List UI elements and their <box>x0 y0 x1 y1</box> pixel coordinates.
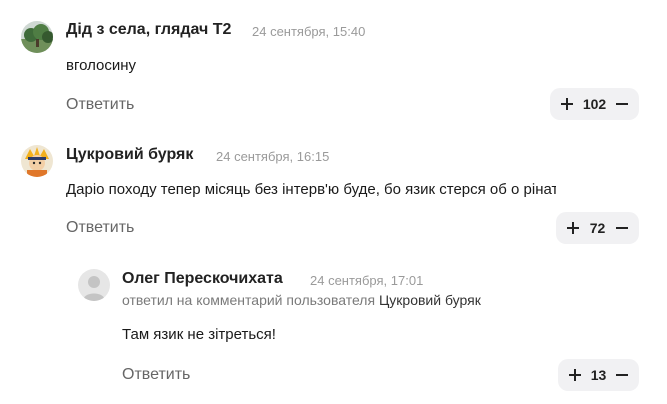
reply-button[interactable]: Ответить <box>122 366 190 384</box>
avatar <box>21 21 53 53</box>
comment-timestamp: 24 сентября, 17:01 <box>310 273 424 288</box>
comment-text: Даріо походу тепер місяць без інтерв'ю б… <box>66 181 567 198</box>
upvote-icon[interactable] <box>568 368 582 382</box>
avatar <box>78 269 110 301</box>
reply-to-info: ответил на комментарий пользователя Цукр… <box>122 292 481 308</box>
comment-author[interactable]: Дід з села, глядач Т2 <box>66 21 231 39</box>
reply-to-user-link[interactable]: Цукровий буряк <box>379 292 481 308</box>
comment-timestamp: 24 сентября, 15:40 <box>252 24 366 39</box>
avatar <box>21 145 53 177</box>
reply-button[interactable]: Ответить <box>66 96 134 114</box>
vote-count: 72 <box>589 220 606 236</box>
comment-author[interactable]: Олег Перескочихата <box>122 270 283 288</box>
downvote-icon[interactable] <box>615 221 629 235</box>
vote-count: 13 <box>590 367 607 383</box>
vote-counter: 102 <box>550 88 639 120</box>
comment-timestamp: 24 сентября, 16:15 <box>216 149 330 164</box>
text-gap <box>556 181 570 201</box>
vote-count: 102 <box>582 96 607 112</box>
comment-author[interactable]: Цукровий буряк <box>66 146 193 164</box>
reply-button[interactable]: Ответить <box>66 219 134 237</box>
upvote-icon[interactable] <box>566 221 580 235</box>
downvote-icon[interactable] <box>615 97 629 111</box>
comment-text: Там язик не зітреться! <box>122 326 276 343</box>
downvote-icon[interactable] <box>615 368 629 382</box>
vote-counter: 72 <box>556 212 639 244</box>
upvote-icon[interactable] <box>560 97 574 111</box>
comment-text: вголосину <box>66 57 137 74</box>
vote-counter: 13 <box>558 359 639 391</box>
reply-to-prefix: ответил на комментарий пользователя <box>122 292 376 308</box>
